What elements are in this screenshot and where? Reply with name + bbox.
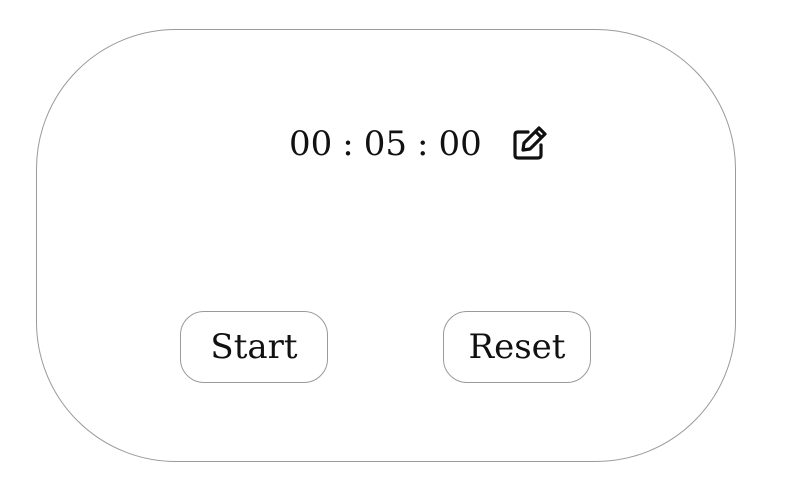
reset-button[interactable]: Reset [443,311,591,383]
time-display: 00:05:00 [289,118,482,170]
edit-time-button[interactable] [508,122,552,166]
time-separator: : [417,124,429,164]
time-row: 00:05:00 [289,118,552,170]
minutes-value: 05 [363,124,407,164]
time-separator: : [342,124,354,164]
start-button[interactable]: Start [180,311,328,383]
hours-value: 00 [289,124,333,164]
timer-card: 00:05:00 Start Reset [36,29,736,462]
edit-icon [510,123,550,166]
seconds-value: 00 [438,124,482,164]
